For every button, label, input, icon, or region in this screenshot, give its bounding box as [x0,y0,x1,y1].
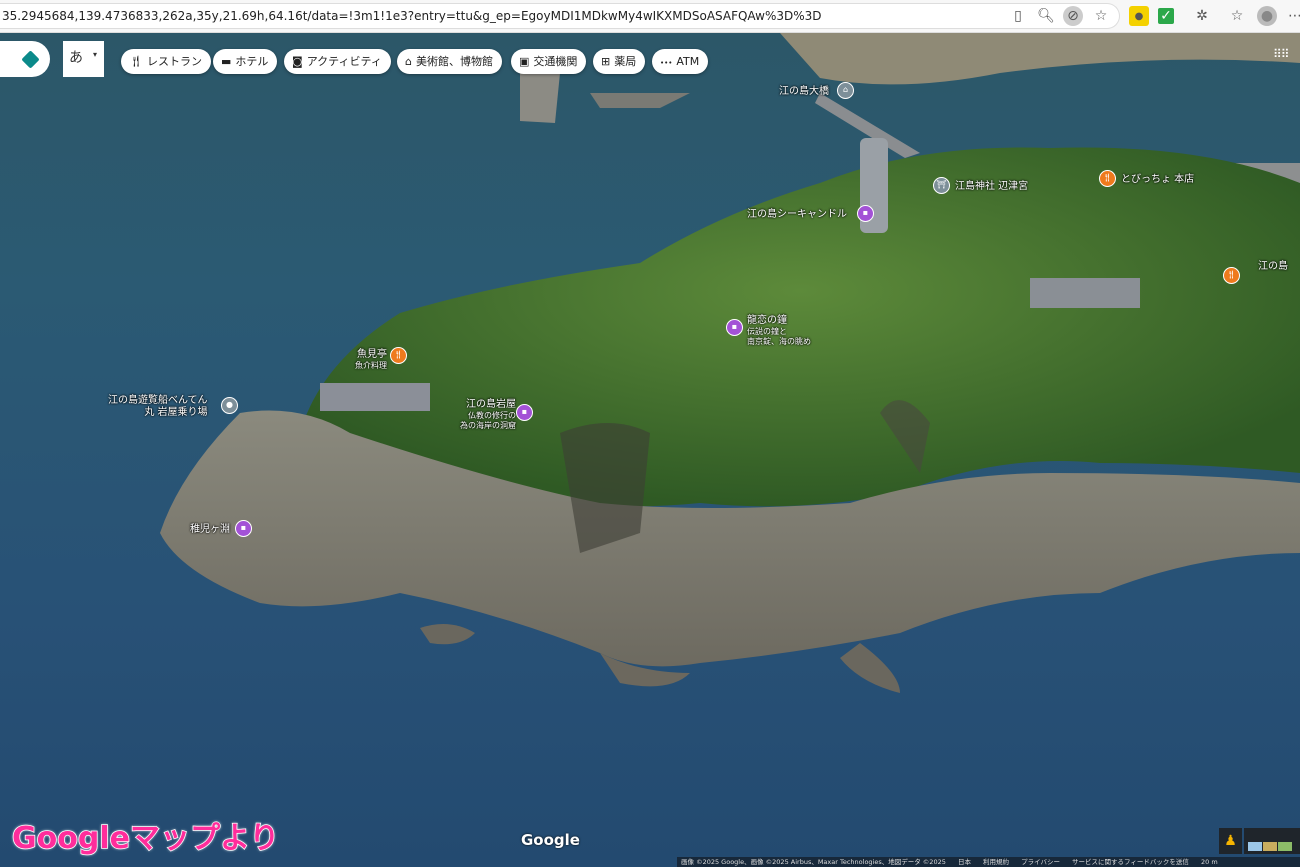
place-name: 江の島遊覧船べんてん [108,395,208,406]
checkmark-extension-icon[interactable]: ✓ [1158,8,1174,24]
transit-icon: ▣ [519,55,530,68]
layer-thumb[interactable] [1263,842,1277,851]
attraction-pin-icon[interactable]: ▪ [857,205,874,222]
restaurant-pin-icon[interactable]: 🍴︎ [1099,170,1116,187]
satellite-map[interactable]: あ ▾ ⠿⠿ 江の島大橋 ⌂ ⛩ 江島神社 辺津宮 🍴︎ とびっちょ 本店 江の島… [0,33,1300,867]
chip-label: ホテル [235,55,269,68]
place-label[interactable]: とびっちょ 本店 [1121,174,1194,186]
watermark-text: Googleマップより [11,820,280,857]
layer-thumb[interactable] [1248,842,1262,851]
attraction-pin-icon[interactable]: ▪ [235,520,252,537]
chip-label: 交通機関 [533,55,578,68]
layer-thumbnails[interactable] [1244,828,1300,854]
chip-label: レストラン [146,55,202,68]
place-name: 龍恋の鐘 [747,315,787,326]
region-link[interactable]: 日本 [958,858,971,866]
place-desc: 魚介料理 [355,361,387,370]
chip-label: 薬局 [614,55,637,68]
place-desc: 伝説の鐘と [747,327,787,336]
place-label[interactable]: 江の島岩屋 仏教の修行の 為の海岸の洞窟 [460,399,516,431]
dropdown-arrow-icon: ▾ [93,50,98,59]
app-icon[interactable]: ▯ [1008,6,1028,26]
apps-grid-icon[interactable]: ⠿⠿ [1273,48,1290,65]
tracking-prevention-icon[interactable]: ⊘ [1063,6,1083,26]
google-logo: Google [521,831,580,849]
chip-atm[interactable]: ••• ATM [652,49,709,74]
atm-icon: ••• [660,59,673,67]
place-label[interactable]: 江の島遊覧船べんてん丸 岩屋乗り場 [108,395,208,419]
input-method-label: あ [69,50,83,66]
favorite-star-icon[interactable]: ☆ [1091,6,1111,26]
place-name: 江の島岩屋 [466,399,516,410]
place-label[interactable]: 江の島 [1258,261,1288,273]
chip-activity[interactable]: ◙ アクティビティ [284,49,391,74]
attribution-text: 画像 ©2025 Google、画像 ©2025 Airbus、Maxar Te… [681,858,946,866]
zoom-icon[interactable]: 🔍︎ [1036,6,1056,26]
pier-pin-icon[interactable]: ● [221,397,238,414]
extension-icon[interactable]: ● [1129,6,1149,26]
place-label[interactable]: 江島神社 辺津宮 [955,181,1028,193]
chip-restaurant[interactable]: 🍴︎ レストラン [121,49,211,74]
pegman-button[interactable]: ♟ [1219,828,1242,854]
place-label[interactable]: 江の島シーキャンドル [747,209,847,221]
restaurant-pin-icon[interactable]: 🍴︎ [390,347,407,364]
directions-icon [21,50,40,69]
privacy-link[interactable]: プライバシー [1021,858,1060,866]
chip-pharmacy[interactable]: ⊞ 薬局 [593,49,646,74]
place-desc: 仏教の修行の [468,411,516,420]
place-name: 魚見亭 [357,349,387,360]
bridge-pin-icon[interactable]: ⌂ [837,82,854,99]
camera-icon: ◙ [292,55,303,68]
restaurant-pin-icon[interactable]: 🍴︎ [1223,267,1240,284]
terms-link[interactable]: 利用規約 [983,858,1009,866]
museum-icon: ⌂ [405,55,412,68]
address-bar[interactable]: 35.2945684,139.4736833,262a,35y,21.69h,6… [0,3,1120,29]
place-desc: 為の海岸の洞窟 [460,421,516,430]
hotel-icon: ▬ [221,55,232,68]
place-label[interactable]: 江の島大橋 [779,86,829,98]
profile-avatar[interactable]: ● [1257,6,1277,26]
place-label[interactable]: 魚見亭 魚介料理 [355,349,387,371]
scale-bar[interactable]: 20 m [1201,858,1218,866]
pharmacy-icon: ⊞ [601,55,611,68]
layer-thumb[interactable] [1278,842,1292,851]
chip-hotel[interactable]: ▬ ホテル [213,49,278,74]
directions-button[interactable] [0,41,50,77]
place-label[interactable]: 龍恋の鐘 伝説の鐘と 南京錠、海の眺め [747,315,811,347]
more-menu-icon[interactable]: ⋯ [1285,6,1300,26]
satellite-imagery [160,33,1300,693]
place-label[interactable]: 稚児ヶ淵 [190,524,230,536]
attraction-pin-icon[interactable]: ▪ [516,404,533,421]
chip-museum[interactable]: ⌂ 美術館、博物館 [397,49,502,74]
shrine-pin-icon[interactable]: ⛩ [933,177,950,194]
place-desc: 丸 岩屋乗り場 [144,407,208,418]
map-footer: 画像 ©2025 Google、画像 ©2025 Airbus、Maxar Te… [677,857,1300,867]
feedback-link[interactable]: サービスに関するフィードバックを送信 [1072,858,1189,866]
restaurant-icon: 🍴︎ [129,55,143,68]
input-method-selector[interactable]: あ ▾ [63,41,104,77]
chip-label: アクティビティ [306,55,382,68]
browser-toolbar: 35.2945684,139.4736833,262a,35y,21.69h,6… [0,0,1300,33]
chip-label: 美術館、博物館 [415,55,493,68]
chip-transit[interactable]: ▣ 交通機関 [511,49,587,74]
chip-label: ATM [676,55,700,68]
favorites-list-icon[interactable]: ☆ [1227,6,1247,26]
extensions-puzzle-icon[interactable]: ✲ [1192,6,1212,26]
place-desc: 南京錠、海の眺め [747,337,811,346]
attraction-pin-icon[interactable]: ▪ [726,319,743,336]
